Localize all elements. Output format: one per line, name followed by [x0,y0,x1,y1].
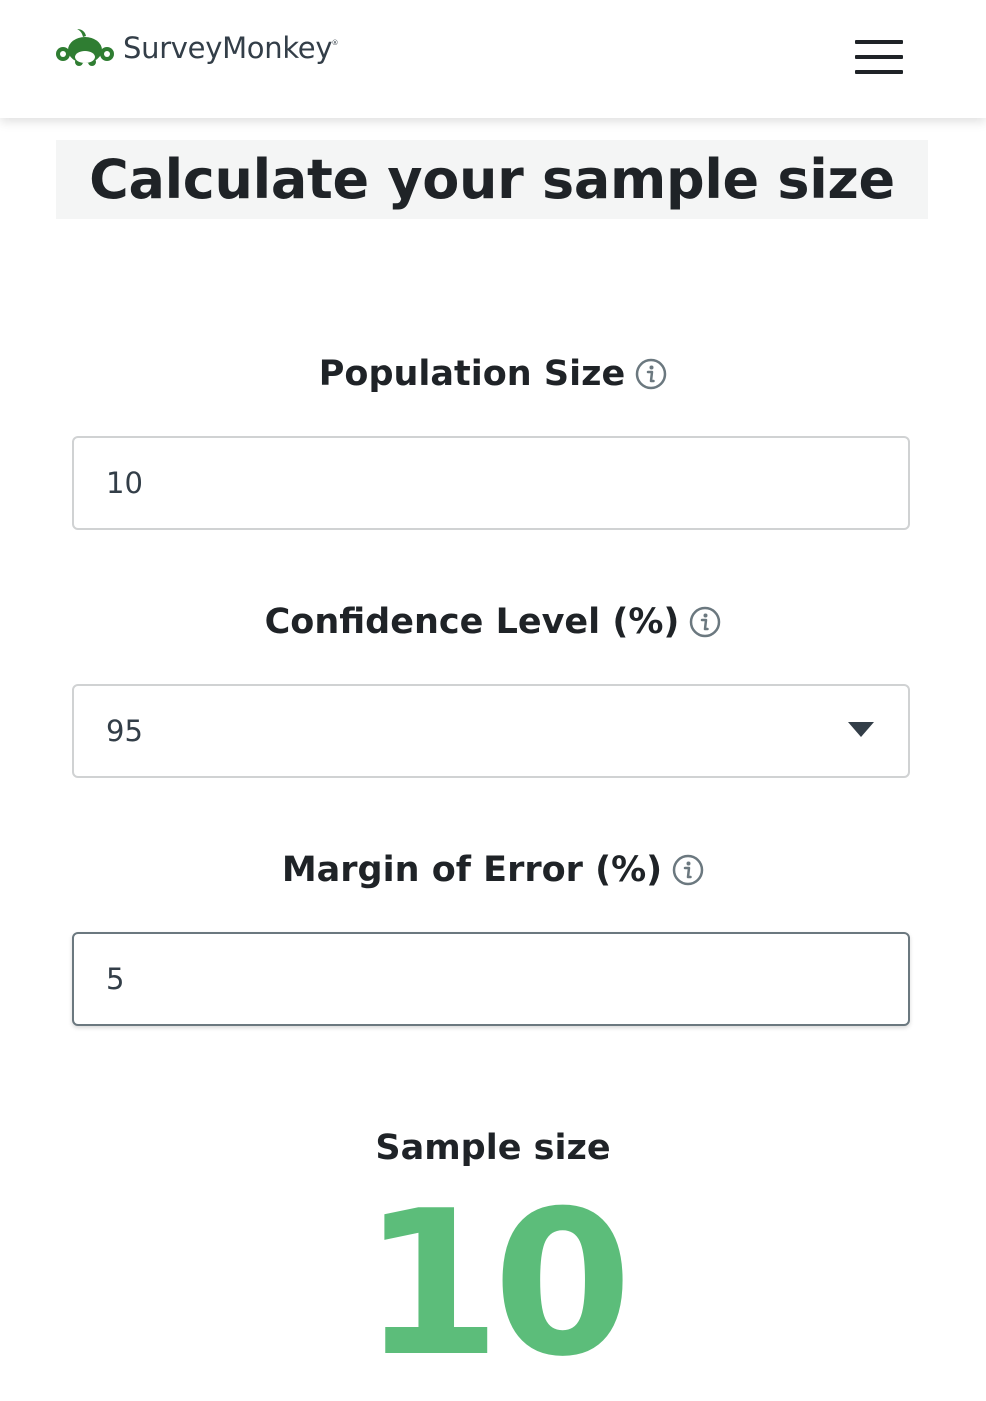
sample-size-value: 10 [361,1168,632,1401]
confidence-level-select[interactable]: 95 [72,684,910,778]
margin-of-error-value: 5 [106,962,125,996]
margin-of-error-label-row: Margin of Error (%) [0,850,986,890]
confidence-level-label-row: Confidence Level (%) [0,602,986,642]
info-icon[interactable] [689,606,721,638]
registered-mark: ® [331,39,339,47]
population-size-value: 10 [106,466,143,500]
surveymonkey-logo[interactable]: SurveyMonkey ® [55,24,339,72]
population-size-label: Population Size [318,354,626,394]
hamburger-menu-icon[interactable] [852,36,906,80]
info-icon[interactable] [635,358,667,390]
margin-of-error-label: Margin of Error (%) [281,850,663,890]
page-title-banner: Calculate your sample size [56,140,928,219]
margin-of-error-input[interactable]: 5 [72,932,910,1026]
brand-name: SurveyMonkey ® [123,31,339,65]
page-title: Calculate your sample size [89,148,895,211]
surveymonkey-logo-icon [56,29,114,66]
sample-size-label: Sample size [375,1128,611,1168]
population-size-input[interactable]: 10 [72,436,910,530]
info-icon[interactable] [672,854,704,886]
confidence-level-value: 95 [106,714,143,748]
population-size-label-row: Population Size [0,354,986,394]
chevron-down-icon [848,722,874,737]
site-header: SurveyMonkey ® [0,0,986,118]
confidence-level-label: Confidence Level (%) [264,602,680,642]
